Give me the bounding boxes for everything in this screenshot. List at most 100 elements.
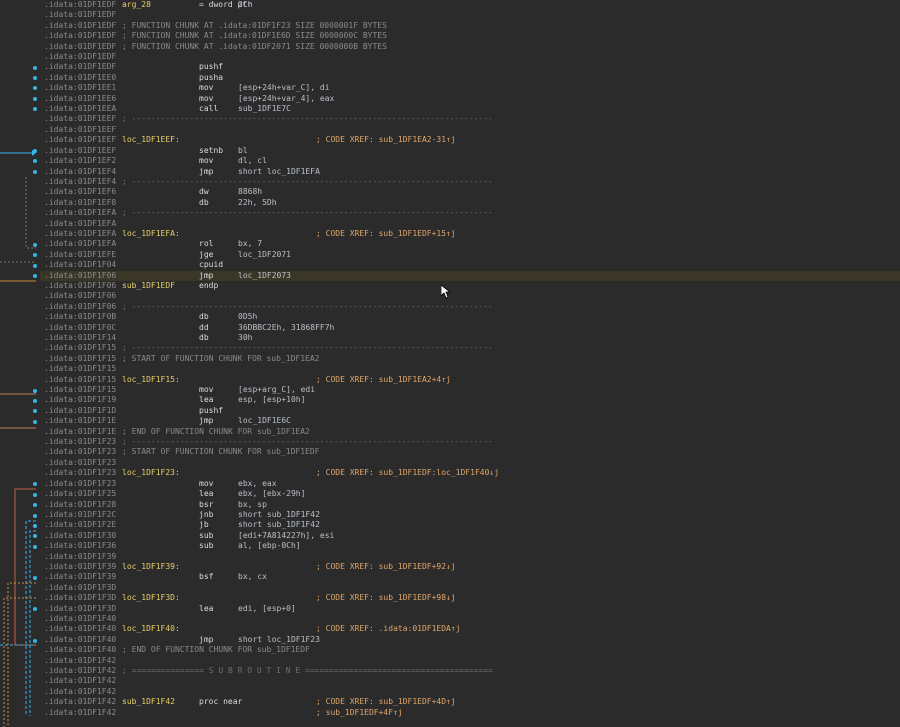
operand[interactable]: edi, [esp+0] [238, 604, 296, 614]
listing-line[interactable]: .idata:01DF1F42 [40, 687, 900, 697]
listing-line[interactable]: .idata:01DF1EEF loc_1DF1EEF: ; CODE XREF: … [40, 135, 900, 145]
code-label[interactable]: loc_1DF1F15: [122, 375, 180, 385]
listing-line[interactable]: .idata:01DF1F14 db 30h [40, 333, 900, 343]
xref-comment[interactable]: ; CODE XREF: sub_1DF1EDF+92↓j [316, 562, 456, 572]
listing-line[interactable]: .idata:01DF1EDF [40, 10, 900, 20]
xref-comment[interactable]: ; CODE XREF: sub_1DF1EDF:loc_1DF1F40↓j [316, 468, 499, 478]
xref-comment[interactable]: ; CODE XREF: .idata:01DF1EDA↑j [316, 624, 461, 634]
listing-line[interactable]: .idata:01DF1F1E jmp loc_1DF1E6C [40, 416, 900, 426]
listing-line[interactable]: .idata:01DF1EF4 jmp short loc_1DF1EFA [40, 167, 900, 177]
operand[interactable]: sub_1DF1E7C [238, 104, 291, 114]
listing-line[interactable]: .idata:01DF1F42 [40, 656, 900, 666]
code-label[interactable]: loc_1DF1F23: [122, 468, 180, 478]
listing-line[interactable]: .idata:01DF1EDF arg_28 = dword ptr 2Ch [40, 0, 900, 10]
listing-line[interactable]: .idata:01DF1F40 ; END OF FUNCTION CHUNK F… [40, 645, 900, 655]
listing-line[interactable]: .idata:01DF1EF4 ; -----------------------… [40, 177, 900, 187]
operand[interactable]: dl, cl [238, 156, 267, 166]
listing-line[interactable]: .idata:01DF1EEF ; -----------------------… [40, 114, 900, 124]
listing-line[interactable]: .idata:01DF1F2E jb short sub_1DF1F42 [40, 520, 900, 530]
listing-line[interactable]: .idata:01DF1EDF ; FUNCTION CHUNK AT .idat… [40, 21, 900, 31]
listing-line[interactable]: .idata:01DF1F1D pushf [40, 406, 900, 416]
listing-line[interactable]: .idata:01DF1EFA rol bx, 7 [40, 239, 900, 249]
listing-line[interactable]: .idata:01DF1EF8 db 22h, 5Dh [40, 198, 900, 208]
operand[interactable]: short loc_1DF1F23 [238, 635, 320, 645]
listing-line[interactable]: .idata:01DF1F1E ; END OF FUNCTION CHUNK F… [40, 427, 900, 437]
listing-line[interactable]: .idata:01DF1F15 loc_1DF1F15: ; CODE XREF: … [40, 375, 900, 385]
xref-comment[interactable]: ; CODE XREF: sub_1DF1EDF+4D↑j [316, 697, 456, 707]
listing-line[interactable]: .idata:01DF1F25 lea ebx, [ebx-29h] [40, 489, 900, 499]
operand[interactable]: [edi+7A814227h], esi [238, 531, 334, 541]
listing-line[interactable]: .idata:01DF1F23 [40, 458, 900, 468]
xref-comment[interactable]: ; CODE XREF: sub_1DF1EA2+4↑j [316, 375, 451, 385]
listing-line[interactable]: .idata:01DF1F3D lea edi, [esp+0] [40, 604, 900, 614]
xref-comment[interactable]: ; CODE XREF: sub_1DF1EA2-31↑j [316, 135, 456, 145]
operand[interactable]: al, [ebp-0Ch] [238, 541, 301, 551]
operand[interactable]: 2Ch [238, 0, 252, 10]
operand[interactable]: [esp+24h+var_C], di [238, 83, 330, 93]
listing-line[interactable]: .idata:01DF1F23 ; START OF FUNCTION CHUNK… [40, 447, 900, 457]
listing-line[interactable]: .idata:01DF1F40 jmp short loc_1DF1F23 [40, 635, 900, 645]
operand[interactable]: 8868h [238, 187, 262, 197]
listing-line[interactable]: .idata:01DF1F28 bsr bx, sp [40, 500, 900, 510]
operand[interactable]: bl [238, 146, 248, 156]
listing-line[interactable]: .idata:01DF1F06 sub_1DF1EDF endp [40, 281, 900, 291]
operand[interactable]: 30h [238, 333, 252, 343]
listing-line[interactable]: .idata:01DF1EEF [40, 125, 900, 135]
operand[interactable]: short sub_1DF1F42 [238, 510, 320, 520]
listing-line[interactable]: .idata:01DF1EFE jge loc_1DF2071 [40, 250, 900, 260]
xref-comment[interactable]: ; sub_1DF1EDF+4F↑j [316, 708, 403, 718]
code-label[interactable]: loc_1DF1EFA: [122, 229, 180, 239]
operand[interactable]: [esp+24h+var_4], eax [238, 94, 334, 104]
operand[interactable]: 22h, 5Dh [238, 198, 277, 208]
listing-line[interactable]: .idata:01DF1EEF setnb bl [40, 146, 900, 156]
operand[interactable]: loc_1DF1E6C [238, 416, 291, 426]
listing-line[interactable]: .idata:01DF1EDF [40, 52, 900, 62]
operand[interactable]: 36DBBC2Eh, 31868FF7h [238, 323, 334, 333]
listing-line[interactable]: .idata:01DF1F15 ; START OF FUNCTION CHUNK… [40, 354, 900, 364]
operand[interactable]: bx, 7 [238, 239, 262, 249]
code-label[interactable]: loc_1DF1EEF: [122, 135, 180, 145]
listing-line[interactable]: .idata:01DF1F06 jmp loc_1DF2073 [40, 270, 900, 281]
listing-line[interactable]: .idata:01DF1F04 cpuid [40, 260, 900, 270]
listing-line[interactable]: .idata:01DF1F23 mov ebx, eax [40, 479, 900, 489]
listing-line[interactable]: .idata:01DF1F36 sub al, [ebp-0Ch] [40, 541, 900, 551]
operand[interactable]: ebx, [ebx-29h] [238, 489, 305, 499]
listing-line[interactable]: .idata:01DF1F19 lea esp, [esp+10h] [40, 395, 900, 405]
listing-line[interactable]: .idata:01DF1F0B db 0D5h [40, 312, 900, 322]
listing-line[interactable]: .idata:01DF1F42 sub_1DF1F42 proc near ; COD… [40, 697, 900, 707]
listing-line[interactable]: .idata:01DF1F0C dd 36DBBC2Eh, 31868FF7h [40, 323, 900, 333]
operand[interactable]: bx, sp [238, 500, 267, 510]
listing-line[interactable]: .idata:01DF1F3D [40, 583, 900, 593]
listing-line[interactable]: .idata:01DF1EDF ; FUNCTION CHUNK AT .idat… [40, 42, 900, 52]
listing-line[interactable]: .idata:01DF1EE0 pusha [40, 73, 900, 83]
code-label[interactable]: loc_1DF1F39: [122, 562, 180, 572]
listing-line[interactable]: .idata:01DF1F39 loc_1DF1F39: ; CODE XREF: … [40, 562, 900, 572]
listing-line[interactable]: .idata:01DF1F30 sub [edi+7A814227h], esi [40, 531, 900, 541]
code-label[interactable]: loc_1DF1F3D: [122, 593, 180, 603]
operand[interactable]: loc_1DF2071 [238, 250, 291, 260]
listing-line[interactable]: .idata:01DF1F42 [40, 676, 900, 686]
listing-line[interactable]: .idata:01DF1F40 [40, 614, 900, 624]
operand[interactable]: bx, cx [238, 572, 267, 582]
operand[interactable]: 0D5h [238, 312, 257, 322]
listing-line[interactable]: .idata:01DF1F23 loc_1DF1F23: ; CODE XREF: … [40, 468, 900, 478]
disassembly-view[interactable]: .idata:01DF1EDF arg_28 = dword ptr 2Ch .idat… [0, 0, 900, 727]
listing-line[interactable]: .idata:01DF1F23 ; -----------------------… [40, 437, 900, 447]
listing-line[interactable]: .idata:01DF1F15 ; -----------------------… [40, 343, 900, 353]
listing-line[interactable]: .idata:01DF1EDF ; FUNCTION CHUNK AT .idat… [40, 31, 900, 41]
listing-line[interactable]: .idata:01DF1F06 ; -----------------------… [40, 302, 900, 312]
operand[interactable]: ebx, eax [238, 479, 277, 489]
listing-line[interactable]: .idata:01DF1F42 ; sub_1DF1EDF+4F↑j [40, 708, 900, 718]
operand[interactable]: short loc_1DF1EFA [238, 167, 320, 177]
listing-line[interactable]: .idata:01DF1EF2 mov dl, cl [40, 156, 900, 166]
listing-line[interactable]: .idata:01DF1EEA call sub_1DF1E7C [40, 104, 900, 114]
listing-line[interactable]: .idata:01DF1F42 ; =============== S U B R… [40, 666, 900, 676]
listing-line[interactable]: .idata:01DF1F39 bsf bx, cx [40, 572, 900, 582]
listing-line[interactable]: .idata:01DF1F06 [40, 291, 900, 301]
operand[interactable]: loc_1DF2073 [238, 271, 291, 281]
listing-line[interactable]: .idata:01DF1EDF pushf [40, 62, 900, 72]
listing-line[interactable]: .idata:01DF1F15 [40, 364, 900, 374]
listing-line[interactable]: .idata:01DF1F3D loc_1DF1F3D: ; CODE XREF: … [40, 593, 900, 603]
listing-line[interactable]: .idata:01DF1F15 mov [esp+arg_C], edi [40, 385, 900, 395]
code-label[interactable]: arg_28 [122, 0, 151, 10]
